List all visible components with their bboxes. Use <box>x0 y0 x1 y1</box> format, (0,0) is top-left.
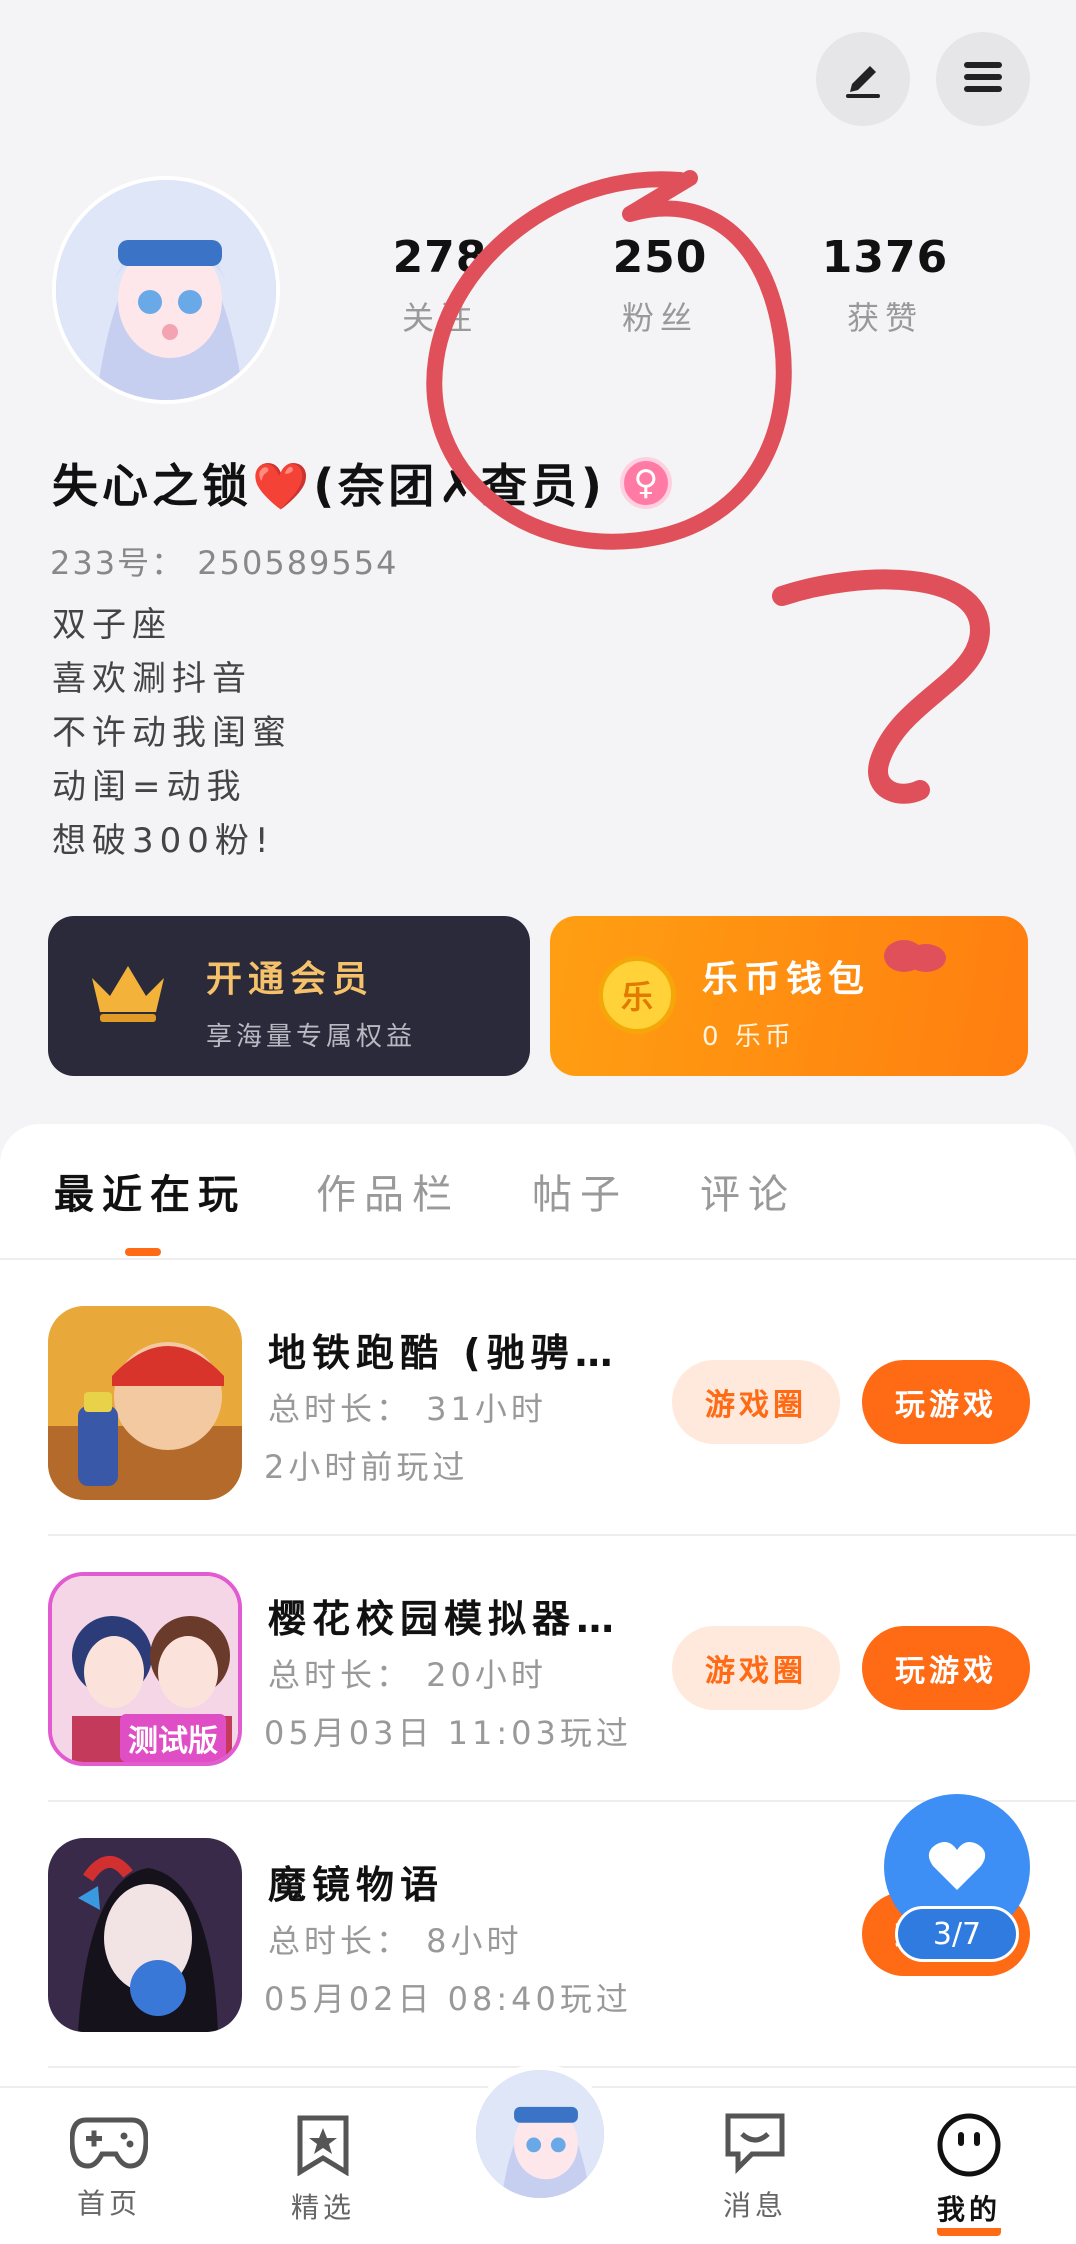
nav-messages[interactable]: 消息 <box>680 2110 830 2224</box>
menu-button[interactable] <box>936 32 1030 126</box>
coin-icon: 乐 <box>598 956 676 1034</box>
game-duration: 总时长： 31小时 <box>268 1390 547 1428</box>
game-last-played: 05月03日 11:03玩过 <box>264 1714 632 1752</box>
nav-label: 我的 <box>936 2188 1001 2236</box>
bio-line: 想破300粉! <box>52 821 275 861</box>
stat-following[interactable]: 278 关注 <box>380 232 500 339</box>
game-title: 魔镜物语 <box>268 1863 445 1907</box>
game-row[interactable]: 测试版 樱花校园模拟器… 总时长： 20小时 05月03日 11:03玩过 游戏… <box>0 1536 1076 1800</box>
tab-indicator <box>125 1248 161 1256</box>
nav-label: 消息 <box>722 2189 787 2222</box>
red-dot-icon <box>882 936 948 980</box>
annotation-question-mark <box>772 569 990 804</box>
play-game-button[interactable]: 玩游戏 <box>862 1360 1030 1444</box>
crown-icon <box>86 956 170 1032</box>
tab-works[interactable]: 作品栏 <box>316 1162 460 1220</box>
game-icon-mirror[interactable] <box>48 1838 242 2032</box>
wallet-card[interactable]: 乐 乐币钱包 0 乐币 <box>550 916 1028 1076</box>
bio-line: 双子座 <box>52 605 172 645</box>
heart-icon <box>927 1838 987 1896</box>
vip-subtitle: 享海量专属权益 <box>206 1022 417 1052</box>
stat-label: 关注 <box>401 299 478 337</box>
chat-icon <box>722 2110 788 2178</box>
stat-label: 获赞 <box>846 299 923 337</box>
profile-avatar[interactable] <box>52 176 280 404</box>
bio-line: 喜欢涮抖音 <box>52 659 252 699</box>
stat-label: 粉丝 <box>621 299 698 337</box>
game-circle-button[interactable]: 游戏圈 <box>672 1360 840 1444</box>
game-last-played: 05月02日 08:40玩过 <box>264 1980 632 2018</box>
bookmark-star-icon <box>294 2114 352 2180</box>
game-last-played: 2小时前玩过 <box>264 1448 469 1486</box>
stat-value: 278 <box>392 232 488 283</box>
stat-value: 1376 <box>821 232 949 283</box>
nav-label: 首页 <box>76 2187 141 2220</box>
nav-center-avatar[interactable] <box>470 2064 610 2204</box>
nav-home[interactable]: 首页 <box>34 2114 184 2222</box>
nav-label: 精选 <box>290 2191 355 2224</box>
game-title: 樱花校园模拟器… <box>268 1597 621 1641</box>
nav-featured[interactable]: 精选 <box>248 2114 398 2226</box>
vip-card[interactable]: 开通会员 享海量专属权益 <box>48 916 530 1076</box>
pencil-icon <box>840 54 886 104</box>
tab-divider <box>0 1258 1076 1260</box>
hamburger-menu-icon <box>960 54 1006 104</box>
bio-line: 不许动我闺蜜 <box>52 713 292 753</box>
game-icon-sakura[interactable]: 测试版 <box>48 1572 242 1766</box>
game-duration: 总时长： 8小时 <box>268 1922 523 1960</box>
game-row[interactable]: 地铁跑酷 (驰骋… 总时长： 31小时 2小时前玩过 游戏圈 玩游戏 <box>0 1270 1076 1534</box>
tab-recent-play[interactable]: 最近在玩 <box>54 1162 246 1220</box>
stat-value: 250 <box>612 232 708 283</box>
floating-like-widget[interactable]: 3/7 <box>884 1794 1030 1970</box>
female-gender-icon: ♀ <box>619 457 672 509</box>
game-duration: 总时长： 20小时 <box>268 1656 547 1694</box>
tab-comments[interactable]: 评论 <box>700 1162 796 1220</box>
username: 失心之锁❤️(奈团✗查员) <box>52 459 606 513</box>
smiley-icon <box>936 2112 1002 2182</box>
edit-profile-button[interactable] <box>816 32 910 126</box>
tab-posts[interactable]: 帖子 <box>532 1162 628 1220</box>
wallet-title: 乐币钱包 <box>702 959 871 1000</box>
play-game-button[interactable]: 玩游戏 <box>862 1626 1030 1710</box>
bio-line: 动闺=动我 <box>52 767 247 807</box>
game-circle-button[interactable]: 游戏圈 <box>672 1626 840 1710</box>
vip-title: 开通会员 <box>206 959 375 1000</box>
user-id: 233号： 250589554 <box>50 544 399 582</box>
stat-likes[interactable]: 1376 获赞 <box>820 232 950 339</box>
gamepad-icon <box>69 2114 149 2176</box>
game-icon-subway[interactable] <box>48 1306 242 1500</box>
game-title: 地铁跑酷 (驰骋… <box>268 1331 619 1375</box>
wallet-balance: 0 乐币 <box>702 1022 795 1052</box>
beta-badge: 测试版 <box>120 1714 226 1762</box>
stat-fans[interactable]: 250 粉丝 <box>600 232 720 339</box>
floating-counter: 3/7 <box>895 1906 1019 1962</box>
nav-mine[interactable]: 我的 <box>894 2112 1044 2236</box>
bio: 双子座 喜欢涮抖音 不许动我闺蜜 动闺=动我 想破300粉! <box>52 598 292 868</box>
